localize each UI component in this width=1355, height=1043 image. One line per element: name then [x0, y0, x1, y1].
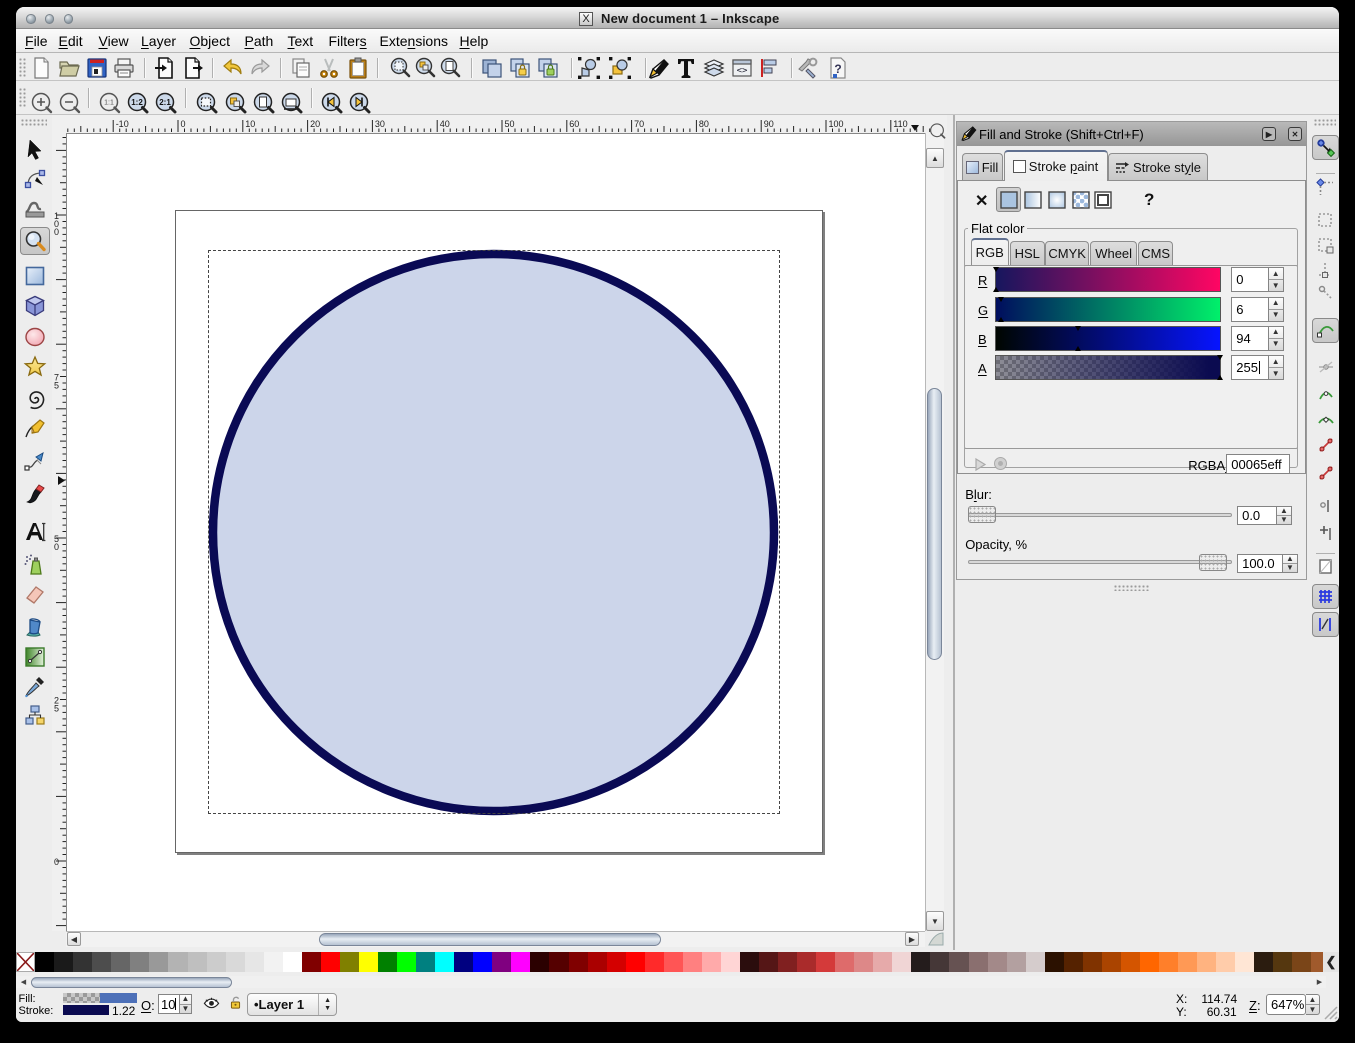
svg-text:20: 20 — [310, 119, 320, 129]
svg-text:40: 40 — [440, 119, 450, 129]
svg-text:2:1: 2:1 — [159, 98, 171, 107]
svg-text:30: 30 — [375, 119, 385, 129]
svg-text:100: 100 — [829, 119, 844, 129]
svg-text:0: 0 — [54, 857, 59, 867]
svg-text:5: 5 — [54, 381, 59, 391]
svg-text:70: 70 — [634, 119, 644, 129]
svg-text:1:2: 1:2 — [131, 98, 143, 107]
svg-text:0: 0 — [54, 542, 59, 552]
svg-text:60: 60 — [569, 119, 579, 129]
svg-text:10: 10 — [245, 119, 255, 129]
svg-text:0: 0 — [181, 119, 186, 129]
svg-text:50: 50 — [505, 119, 515, 129]
svg-text:<>: <> — [737, 66, 748, 76]
svg-text:1:1: 1:1 — [104, 100, 114, 107]
svg-text:110: 110 — [893, 119, 907, 129]
svg-text:-10: -10 — [116, 119, 129, 129]
svg-text:0: 0 — [54, 227, 59, 237]
svg-text:5: 5 — [54, 704, 59, 714]
svg-text:90: 90 — [764, 119, 774, 129]
svg-text:?: ? — [834, 62, 841, 76]
svg-text:80: 80 — [699, 119, 709, 129]
